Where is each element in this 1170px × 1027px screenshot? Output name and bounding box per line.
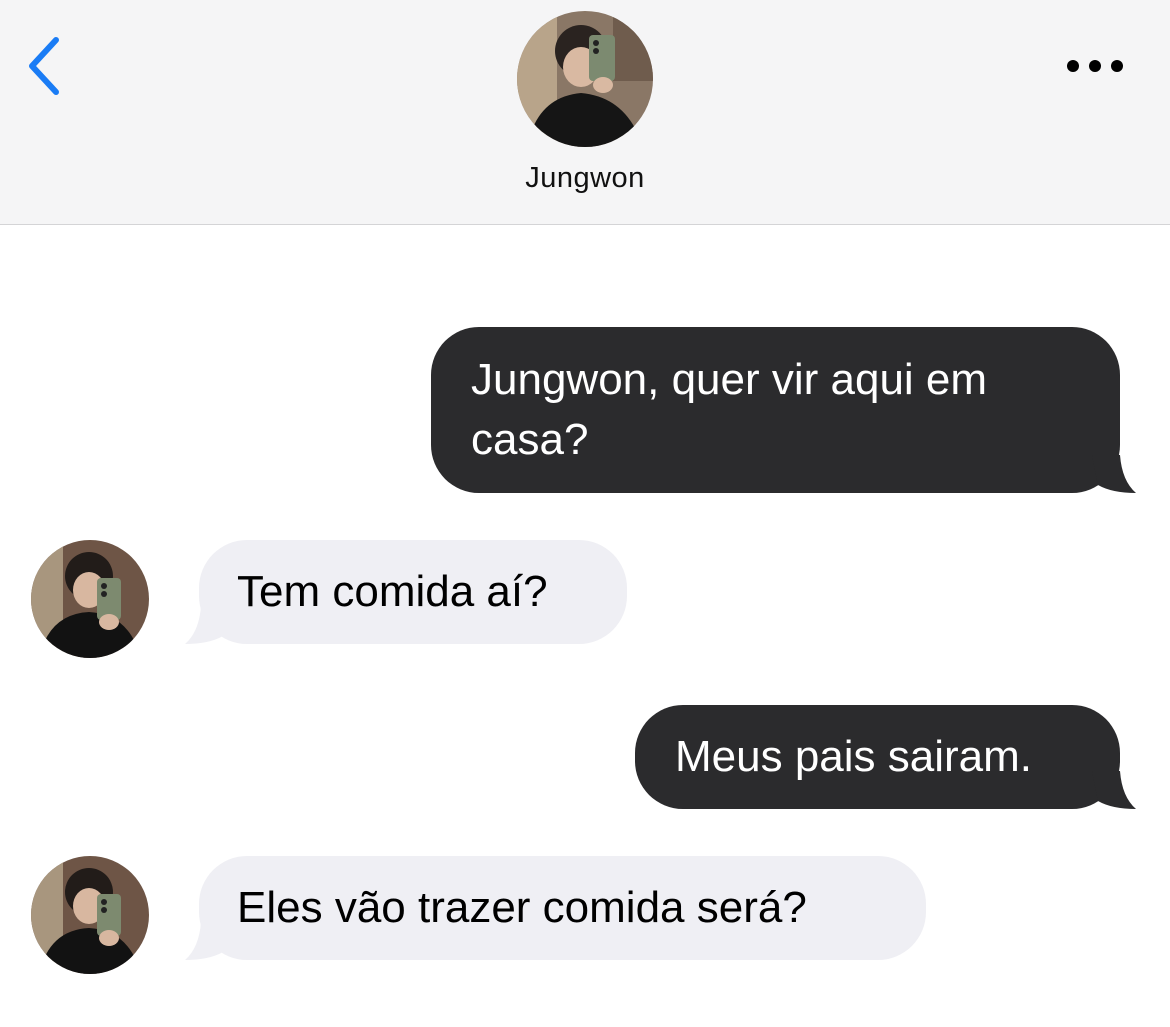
sent-bubble-tail xyxy=(1092,455,1136,493)
contact-avatar-image xyxy=(517,11,653,147)
sent-message-bubble[interactable]: Jungwon, quer vir aqui em casa? xyxy=(431,327,1120,493)
received-message-bubble[interactable]: Eles vão trazer comida será? xyxy=(199,856,926,960)
contact-avatar[interactable] xyxy=(517,11,653,147)
received-bubble-tail xyxy=(185,922,229,960)
contact-avatar-small[interactable] xyxy=(31,856,149,974)
message-text: Eles vão trazer comida será? xyxy=(237,883,807,932)
conversation-header: Jungwon xyxy=(0,0,1170,225)
sent-bubble-tail xyxy=(1092,771,1136,809)
message-text: Jungwon, quer vir aqui em casa? xyxy=(471,355,988,464)
contact-avatar-small[interactable] xyxy=(31,540,149,658)
sent-message-bubble[interactable]: Meus pais sairam. xyxy=(635,705,1120,809)
contact-name[interactable]: Jungwon xyxy=(435,162,735,195)
more-options-button[interactable] xyxy=(1060,48,1130,84)
message-text: Meus pais sairam. xyxy=(675,732,1033,781)
ellipsis-icon xyxy=(1067,60,1123,72)
received-bubble-tail xyxy=(185,606,229,644)
back-button[interactable] xyxy=(22,34,72,98)
received-message-bubble[interactable]: Tem comida aí? xyxy=(199,540,627,644)
contact-avatar-image xyxy=(31,856,149,974)
chevron-left-icon xyxy=(29,37,59,95)
message-text: Tem comida aí? xyxy=(237,567,548,616)
contact-avatar-image xyxy=(31,540,149,658)
